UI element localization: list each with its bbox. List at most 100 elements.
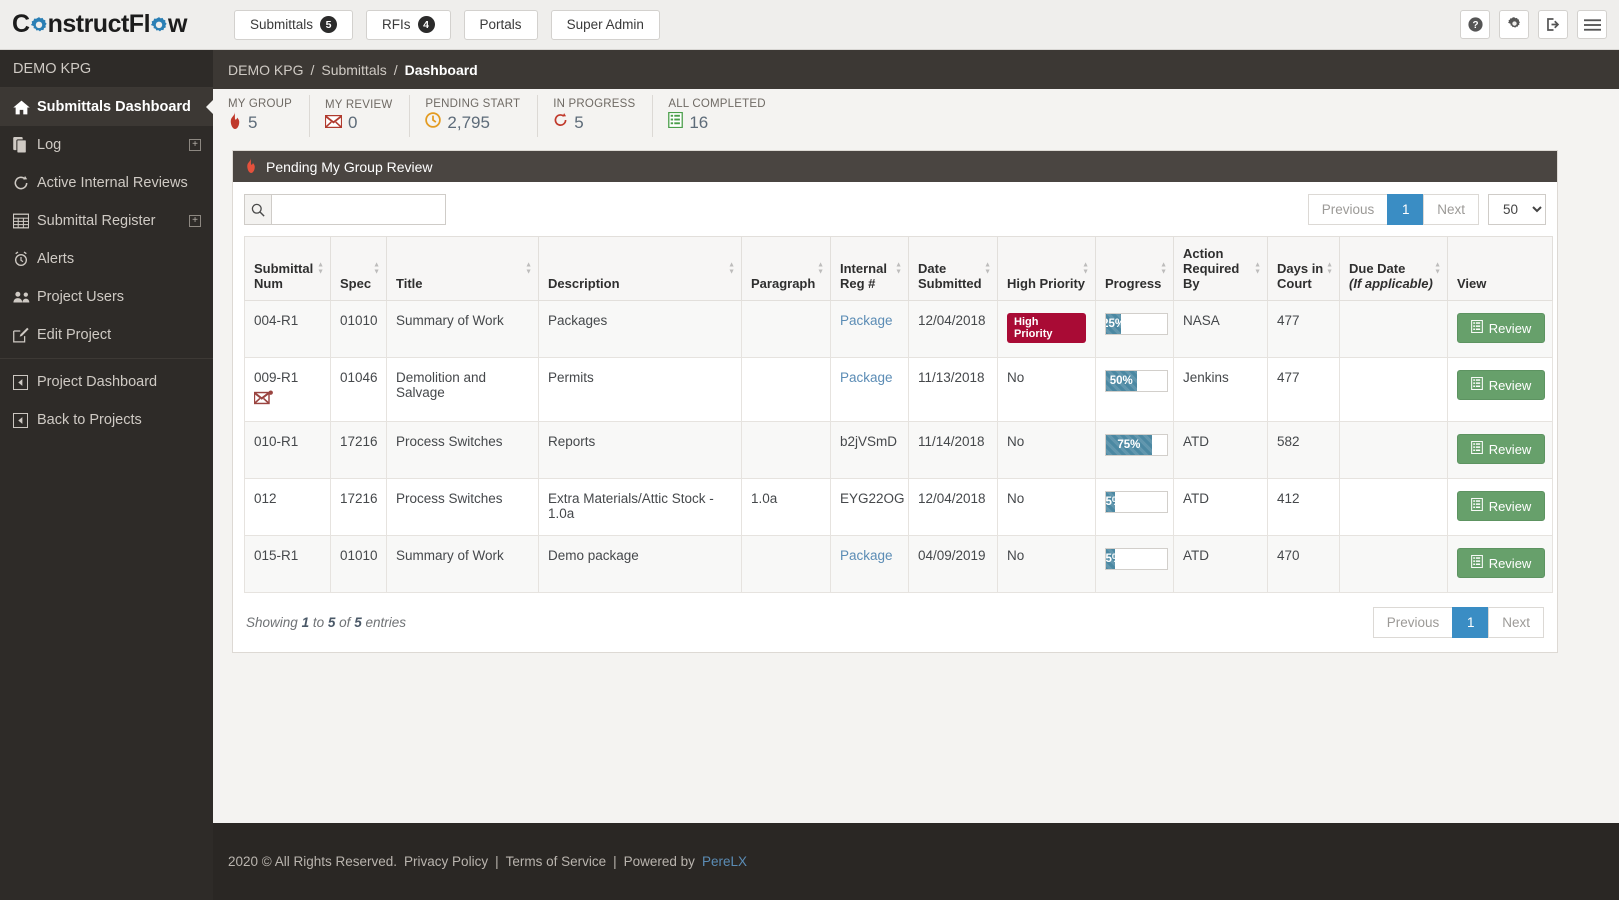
pagination-previous-top[interactable]: Previous <box>1307 194 1389 225</box>
sort-icon-due-date[interactable]: ▲ ▼ <box>1434 261 1441 275</box>
cell-title: Process Switches <box>386 421 539 479</box>
progress-value: 15% <box>1105 496 1123 508</box>
nav-button-portals[interactable]: Portals <box>463 9 538 40</box>
nav-badge-rfis: 4 <box>417 16 435 33</box>
submittal-num-text: 009-R1 <box>254 370 299 385</box>
search-input[interactable] <box>271 194 446 225</box>
sort-icon-description[interactable]: ▲ ▼ <box>728 261 735 275</box>
footer-terms-of-service-link[interactable]: Terms of Service <box>506 854 607 869</box>
sidebar-item-submittal-register[interactable]: Submittal Register + <box>0 202 213 240</box>
sort-icon-date-submitted[interactable]: ▲ ▼ <box>984 261 991 275</box>
col-high-priority[interactable]: High Priority ▲ ▼ <box>997 236 1096 301</box>
sort-icon-submittal-num[interactable]: ▲ ▼ <box>317 261 324 275</box>
table-row[interactable]: 009-R1 01046 Demolition and Salvage Perm… <box>244 357 1553 422</box>
logout-icon[interactable] <box>1538 10 1568 39</box>
pagination-page-1-top[interactable]: 1 <box>1387 194 1425 225</box>
submittal-num-text: 012 <box>254 491 277 506</box>
col-spec[interactable]: Spec ▲ ▼ <box>330 236 387 301</box>
logo[interactable]: CnstructFl w <box>0 10 220 39</box>
sort-icon-days-in-court[interactable]: ▲ ▼ <box>1326 261 1333 275</box>
footer-pipe-1: | <box>495 854 499 869</box>
col-action-required-by[interactable]: Action Required By ▲ ▼ <box>1173 236 1268 301</box>
expand-plus-icon-submittal-register[interactable]: + <box>189 215 201 227</box>
review-button[interactable]: Review <box>1457 370 1545 400</box>
showing-total: 5 <box>354 615 362 630</box>
sidebar-item-back-to-projects[interactable]: Back to Projects <box>0 401 213 439</box>
review-list-icon <box>1470 376 1483 393</box>
sidebar-divider <box>0 358 213 359</box>
cell-date-submitted: 11/14/2018 <box>908 421 998 479</box>
internal-reg-link[interactable]: Package <box>840 370 893 385</box>
sort-icon-action-required-by[interactable]: ▲ ▼ <box>1254 261 1261 275</box>
stat-my-group[interactable]: MY GROUP 5 <box>228 95 309 137</box>
col-paragraph[interactable]: Paragraph ▲ ▼ <box>741 236 831 301</box>
col-progress[interactable]: Progress ▲ ▼ <box>1095 236 1174 301</box>
breadcrumb-submittals[interactable]: Submittals <box>321 62 386 78</box>
table-row[interactable]: 004-R1 01010 Summary of Work Packages Pa… <box>244 300 1553 358</box>
page-length-select[interactable]: 50 <box>1488 194 1546 225</box>
sort-icon-title[interactable]: ▲ ▼ <box>525 261 532 275</box>
cell-submittal-num: 012 <box>244 478 331 536</box>
nav-button-submittals[interactable]: Submittals 5 <box>234 9 354 40</box>
stat-my-review[interactable]: MY REVIEW 0 <box>309 94 409 137</box>
sort-icon-high-priority[interactable]: ▲ ▼ <box>1082 261 1089 275</box>
col-label-paragraph: Paragraph <box>751 276 816 291</box>
stat-pending-start[interactable]: PENDING START 2,795 <box>409 94 537 137</box>
sidebar-item-alerts[interactable]: Alerts <box>0 240 213 278</box>
showing-entries-info: Showing 1 to 5 of 5 entries <box>246 615 406 630</box>
col-label-due-date: Due Date <box>1349 261 1406 276</box>
table-row[interactable]: 012 17216 Process Switches Extra Materia… <box>244 478 1553 536</box>
col-description[interactable]: Description ▲ ▼ <box>538 236 742 301</box>
col-label-high-priority: High Priority <box>1007 276 1086 291</box>
internal-reg-link[interactable]: Package <box>840 313 893 328</box>
internal-reg-link[interactable]: Package <box>840 548 893 563</box>
pagination-page-1-bottom[interactable]: 1 <box>1452 607 1490 638</box>
cell-date-submitted: 11/13/2018 <box>908 357 998 422</box>
col-title[interactable]: Title ▲ ▼ <box>386 236 539 301</box>
sidebar-item-edit-project[interactable]: Edit Project <box>0 316 213 354</box>
review-button[interactable]: Review <box>1457 434 1545 464</box>
sidebar-item-project-dashboard[interactable]: Project Dashboard <box>0 363 213 401</box>
review-button[interactable]: Review <box>1457 491 1545 521</box>
pagination-next-bottom[interactable]: Next <box>1488 607 1544 638</box>
col-days-in-court[interactable]: Days in Court ▲ ▼ <box>1267 236 1340 301</box>
nav-button-super-admin[interactable]: Super Admin <box>550 9 660 40</box>
col-submittal-num[interactable]: Submittal Num ▲ ▼ <box>244 236 331 301</box>
expand-plus-icon-log[interactable]: + <box>189 139 201 151</box>
review-button[interactable]: Review <box>1457 313 1545 343</box>
col-label-action-required-by: Action Required By <box>1183 246 1240 291</box>
footer-brand-link[interactable]: PereLX <box>702 854 747 869</box>
sort-icon-internal-reg[interactable]: ▲ ▼ <box>895 261 902 275</box>
gear-icon[interactable] <box>1499 10 1529 39</box>
table-row[interactable]: 015-R1 01010 Summary of Work Demo packag… <box>244 535 1553 593</box>
sidebar-item-active-internal-reviews[interactable]: Active Internal Reviews <box>0 164 213 202</box>
pagination-next-top[interactable]: Next <box>1423 194 1479 225</box>
sidebar-item-log[interactable]: Log + <box>0 126 213 164</box>
stats-strip: MY GROUP 5 MY REVIEW 0 PENDING START 2,7… <box>213 89 1619 142</box>
pagination-previous-bottom[interactable]: Previous <box>1372 607 1454 638</box>
col-internal-reg[interactable]: Internal Reg # ▲ ▼ <box>830 236 909 301</box>
table-row[interactable]: 010-R1 17216 Process Switches Reports b2… <box>244 421 1553 479</box>
sidebar-item-project-users[interactable]: Project Users <box>0 278 213 316</box>
main-content: DEMO KPG / Submittals / Dashboard MY GRO… <box>213 50 1619 900</box>
hamburger-menu-icon[interactable] <box>1577 10 1607 39</box>
sort-icon-progress[interactable]: ▲ ▼ <box>1160 261 1167 275</box>
col-view[interactable]: View <box>1447 236 1553 301</box>
col-due-date[interactable]: Due Date (If applicable) ▲ ▼ <box>1339 236 1448 301</box>
cell-action-required-by: ATD <box>1173 535 1268 593</box>
cell-spec: 17216 <box>330 421 387 479</box>
active-caret-icon <box>206 100 213 114</box>
footer-privacy-policy-link[interactable]: Privacy Policy <box>404 854 488 869</box>
help-icon[interactable]: ? <box>1460 10 1490 39</box>
review-button[interactable]: Review <box>1457 548 1545 578</box>
stat-all-completed[interactable]: ALL COMPLETED 16 <box>652 94 782 137</box>
sort-icon-spec[interactable]: ▲ ▼ <box>373 261 380 275</box>
panel-header: Pending My Group Review <box>233 151 1557 182</box>
col-date-submitted[interactable]: Date Submitted ▲ ▼ <box>908 236 998 301</box>
nav-button-rfis[interactable]: RFIs 4 <box>366 9 451 40</box>
cell-view: Review <box>1447 300 1553 358</box>
sidebar-item-submittals-dashboard[interactable]: Submittals Dashboard <box>0 88 213 126</box>
breadcrumb-root[interactable]: DEMO KPG <box>228 62 303 78</box>
sort-icon-paragraph[interactable]: ▲ ▼ <box>817 261 824 275</box>
stat-in-progress[interactable]: IN PROGRESS 5 <box>537 94 652 137</box>
